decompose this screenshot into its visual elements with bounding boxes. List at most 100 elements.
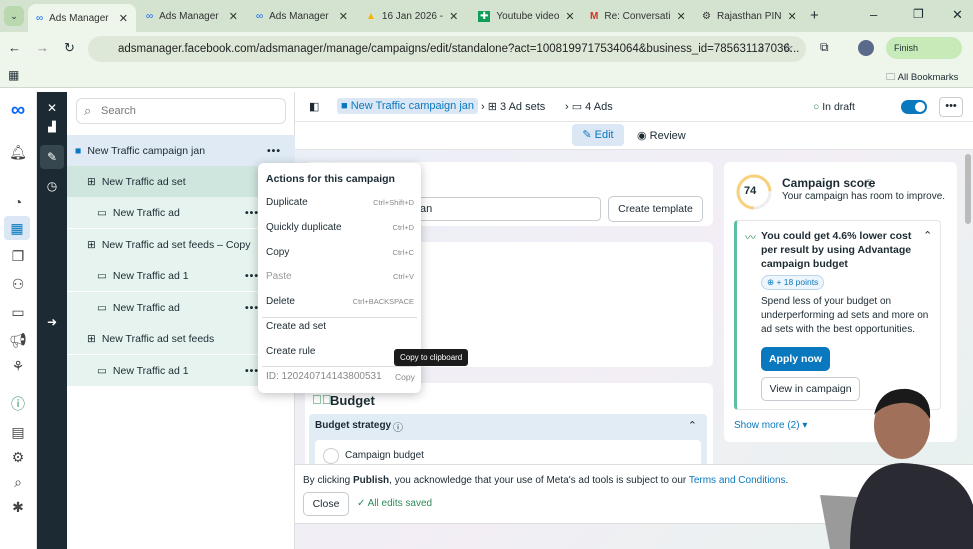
- close-tab-icon[interactable]: ✕: [229, 10, 238, 23]
- settings-icon[interactable]: ⚙: [6, 445, 30, 469]
- chevron-up-icon[interactable]: ⌃: [688, 419, 697, 432]
- show-more-link[interactable]: Show more (2) ▾: [734, 420, 807, 431]
- audiences-icon[interactable]: ⚇: [6, 272, 30, 296]
- search-icon[interactable]: ⌕: [6, 470, 30, 494]
- breadcrumb-adsets[interactable]: › ⊞ 3 Ad sets: [481, 100, 545, 113]
- pages-icon[interactable]: ❐: [6, 244, 30, 268]
- forward-icon[interactable]: →: [36, 40, 49, 55]
- mode-tabs: ✎ Edit ◉ Review: [295, 122, 973, 150]
- campaign-name-input[interactable]: an: [415, 197, 601, 221]
- maximize-button[interactable]: ❐: [913, 7, 924, 21]
- campaign-budget-radio[interactable]: [323, 448, 339, 464]
- tab-edit[interactable]: ✎ Edit: [572, 124, 624, 146]
- more-options-icon[interactable]: •••: [245, 207, 259, 219]
- profile-button[interactable]: Finish: [886, 37, 962, 59]
- breadcrumb-campaign[interactable]: ■ New Traffic campaign jan: [337, 98, 479, 114]
- presenter-webcam-overlay: [820, 388, 973, 549]
- business-tools-icon[interactable]: ⚘: [6, 354, 30, 378]
- folder-icon: ■: [75, 144, 82, 157]
- folder-icon: ■: [341, 100, 351, 112]
- ads-icon[interactable]: 📢︎: [6, 328, 30, 352]
- back-icon[interactable]: ←: [8, 40, 21, 55]
- draft-toggle[interactable]: [901, 100, 927, 114]
- create-template-button[interactable]: Create template: [608, 196, 703, 222]
- more-options-icon[interactable]: •••: [245, 270, 259, 282]
- status-circle-icon: ○: [813, 101, 820, 113]
- meta-icon: ∞: [256, 10, 264, 22]
- browser-tab[interactable]: M Re: Conversati ✕: [582, 4, 690, 28]
- copy-id-button[interactable]: Copy: [395, 372, 415, 382]
- info-icon: ⓘ: [864, 180, 874, 191]
- chevron-up-icon[interactable]: ⌃: [923, 229, 932, 242]
- browser-tab[interactable]: ∞ Ads Manager ✕: [138, 4, 246, 28]
- meta-logo[interactable]: ∞: [6, 98, 30, 122]
- expand-chevron-icon[interactable]: ➜: [40, 310, 64, 334]
- menu-item-duplicate[interactable]: Duplicate Ctrl+Shift+D: [266, 190, 414, 214]
- tab-review[interactable]: ◉ Review: [637, 129, 686, 142]
- browser-tab[interactable]: ∞ Ads Manager ✕: [28, 4, 136, 32]
- browser-tab[interactable]: ▲ 16 Jan 2026 - ✕: [358, 4, 466, 28]
- more-options-button[interactable]: •••: [939, 97, 963, 117]
- close-window-button[interactable]: ✕: [952, 7, 963, 23]
- check-circle-icon: ✓⃝: [312, 392, 332, 407]
- more-options-icon[interactable]: •••: [245, 302, 259, 314]
- help-icon[interactable]: ⓘ: [6, 392, 30, 416]
- url-field[interactable]: adsmanager.facebook.com/adsmanager/manag…: [88, 36, 806, 62]
- menu-item-quickly-duplicate[interactable]: Quickly duplicate Ctrl+D: [266, 215, 414, 239]
- breadcrumb-ads[interactable]: › ▭ 4 Ads: [565, 100, 613, 113]
- close-tab-icon[interactable]: ✕: [676, 10, 685, 23]
- meta-icon: ∞: [36, 12, 44, 24]
- ad-icon: ▭: [97, 301, 107, 314]
- bug-report-icon[interactable]: ✱: [6, 495, 30, 519]
- menu-item-create-rule[interactable]: Create rule: [266, 339, 414, 363]
- close-tab-icon[interactable]: ✕: [787, 10, 796, 23]
- chart-icon[interactable]: ▟: [40, 115, 64, 139]
- editor-rail: ✕ ▟ ✎ ◷ ➜: [37, 92, 67, 549]
- toggle-panel-icon[interactable]: ◧: [309, 100, 319, 113]
- billing-icon[interactable]: ▭: [6, 300, 30, 324]
- browser-tab[interactable]: ⚙ Rajasthan PIN ✕: [694, 4, 802, 28]
- ad-icon: ▭: [97, 206, 107, 219]
- menu-title: Actions for this campaign: [266, 173, 395, 185]
- minimize-button[interactable]: –: [870, 7, 877, 22]
- campaign-id: ID: 120240714143800531: [266, 371, 382, 382]
- profile-avatar[interactable]: [858, 40, 874, 56]
- close-tab-icon[interactable]: ✕: [449, 10, 458, 23]
- close-button[interactable]: Close: [303, 492, 349, 516]
- edit-pencil-icon[interactable]: ✎: [40, 145, 64, 169]
- new-tab-button[interactable]: +: [810, 7, 819, 24]
- tree-item-campaign[interactable]: ■ New Traffic campaign jan •••: [67, 135, 295, 166]
- draft-status: ○ In draft: [813, 101, 855, 113]
- zoom-icon[interactable]: ⌕: [758, 41, 765, 56]
- budget-title: Budget: [330, 393, 375, 408]
- close-tab-icon[interactable]: ✕: [339, 10, 348, 23]
- apply-now-button[interactable]: Apply now: [761, 347, 830, 371]
- bookmark-star-icon[interactable]: ☆: [782, 40, 794, 56]
- apps-icon[interactable]: ▦: [8, 68, 19, 82]
- search-input[interactable]: ⌕ Search: [76, 98, 286, 124]
- menu-item-copy[interactable]: Copy Ctrl+C: [266, 240, 414, 264]
- campaigns-table-icon[interactable]: ▦: [4, 216, 30, 240]
- adset-icon: ⊞: [87, 238, 96, 251]
- browser-tab[interactable]: ∞ Ads Manager ✕: [248, 4, 356, 28]
- browser-tab[interactable]: ✚ Youtube video ✕: [470, 4, 578, 28]
- close-tab-icon[interactable]: ✕: [119, 12, 128, 25]
- history-icon[interactable]: ◷: [40, 174, 64, 198]
- more-options-icon[interactable]: •••: [267, 145, 281, 157]
- saved-status: ✓ All edits saved: [357, 498, 433, 509]
- notifications-icon[interactable]: 🔔︎: [6, 140, 30, 164]
- scrollbar[interactable]: [965, 154, 971, 224]
- all-bookmarks[interactable]: 🗀 All Bookmarks: [886, 70, 958, 86]
- bookmarks-bar: ▦ 🗀 All Bookmarks: [0, 64, 973, 88]
- close-tab-icon[interactable]: ✕: [565, 10, 574, 23]
- terms-link[interactable]: Terms and Conditions: [689, 475, 786, 486]
- tab-search-button[interactable]: ⌄: [4, 6, 24, 26]
- dashboard-icon[interactable]: ◔: [6, 190, 30, 214]
- menu-item-delete[interactable]: Delete Ctrl+BACKSPACE: [266, 289, 414, 313]
- reload-icon[interactable]: ↻: [64, 40, 75, 56]
- reports-icon[interactable]: ▤: [6, 420, 30, 444]
- site-info-icon[interactable]: ⧉: [820, 40, 829, 55]
- menu-item-paste[interactable]: Paste Ctrl+V: [266, 264, 414, 288]
- menu-item-create-ad-set[interactable]: Create ad set: [266, 314, 414, 338]
- more-options-icon[interactable]: •••: [245, 365, 259, 377]
